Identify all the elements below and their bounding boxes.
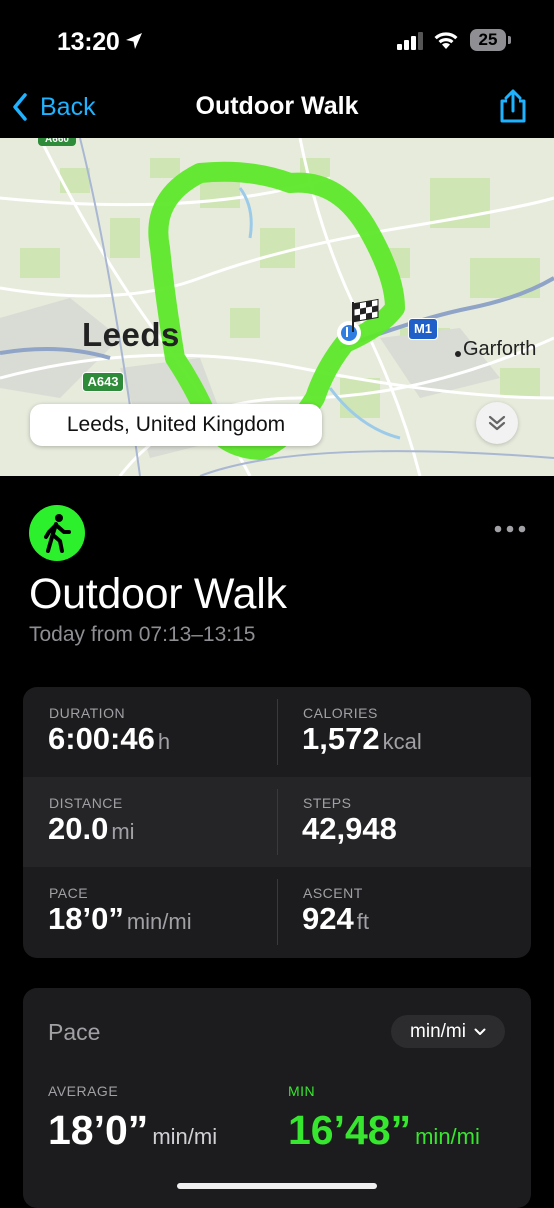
- divider: [277, 699, 278, 765]
- stat-value: 42,948: [302, 811, 397, 846]
- workout-title: Outdoor Walk: [29, 570, 287, 618]
- stat-label: PACE: [49, 885, 89, 901]
- map-label-city: Leeds: [82, 316, 180, 353]
- stat-pace: PACE 18’0” min/mi: [23, 867, 277, 957]
- pace-average: AVERAGE 18’0” min/mi: [48, 1083, 217, 1154]
- pace-min-value: 16’48” min/mi: [288, 1107, 480, 1153]
- battery-cap: [508, 36, 511, 44]
- stat-value: 1,572 kcal: [302, 721, 422, 756]
- stat-value: 6:00:46 h: [48, 721, 171, 756]
- pace-min: MIN 16’48” min/mi: [288, 1083, 480, 1154]
- more-options-button[interactable]: [494, 521, 526, 539]
- road-badge-a660: A660: [38, 138, 76, 146]
- stat-label: DISTANCE: [49, 795, 123, 811]
- expand-map-button[interactable]: [476, 402, 518, 444]
- wifi-icon: [433, 30, 459, 55]
- stat-ascent: ASCENT 924 ft: [277, 867, 531, 957]
- pace-average-label: AVERAGE: [48, 1083, 119, 1099]
- stat-label: ASCENT: [303, 885, 363, 901]
- stat-duration: DURATION 6:00:46 h: [23, 687, 277, 777]
- road-badge-m1: M1: [408, 318, 438, 340]
- stat-value: 924 ft: [302, 901, 369, 936]
- location-pill[interactable]: Leeds, United Kingdom: [30, 404, 322, 446]
- workout-stats-card: DURATION 6:00:46 h CALORIES 1,572 kcal DIS…: [23, 687, 531, 958]
- location-arrow-icon: [124, 31, 144, 56]
- pace-average-value: 18’0” min/mi: [48, 1107, 218, 1153]
- pace-card: Pace min/mi AVERAGE 18’0” min/mi MIN 16’4…: [23, 988, 531, 1208]
- navigation-bar: Back Outdoor Walk: [0, 80, 554, 138]
- share-icon[interactable]: [497, 88, 529, 129]
- pace-unit-label: min/mi: [410, 1020, 466, 1042]
- divider: [277, 879, 278, 945]
- stat-value: 18’0” min/mi: [48, 901, 192, 936]
- workout-date-range: Today from 07:13–13:15: [29, 623, 256, 646]
- cellular-signal-icon: [397, 32, 425, 55]
- map-label-town: Garforth: [463, 338, 537, 360]
- stat-value: 20.0 mi: [48, 811, 135, 846]
- stat-label: STEPS: [303, 795, 352, 811]
- stat-label: DURATION: [49, 705, 126, 721]
- route-map[interactable]: A660 A643 M1 Leeds Garforth Leeds, Unite…: [0, 138, 554, 476]
- pace-min-label: MIN: [288, 1083, 316, 1099]
- chevron-down-icon: [474, 1028, 486, 1035]
- stat-calories: CALORIES 1,572 kcal: [277, 687, 531, 777]
- pace-card-title: Pace: [48, 1019, 101, 1045]
- status-time: 13:20: [57, 28, 120, 56]
- status-bar: 13:20 25: [0, 0, 554, 80]
- home-indicator[interactable]: [177, 1183, 377, 1189]
- ellipsis-icon: [494, 525, 526, 533]
- battery-icon: 25: [470, 29, 506, 51]
- stat-label: CALORIES: [303, 705, 378, 721]
- stat-steps: STEPS 42,948: [277, 777, 531, 867]
- road-badge-a643: A643: [82, 372, 124, 392]
- pace-unit-selector[interactable]: min/mi: [391, 1015, 505, 1048]
- page-title: Outdoor Walk: [195, 92, 359, 120]
- divider: [277, 789, 278, 855]
- stat-distance: DISTANCE 20.0 mi: [23, 777, 277, 867]
- walking-figure-icon: [29, 505, 85, 561]
- double-chevron-down-icon: [488, 415, 506, 431]
